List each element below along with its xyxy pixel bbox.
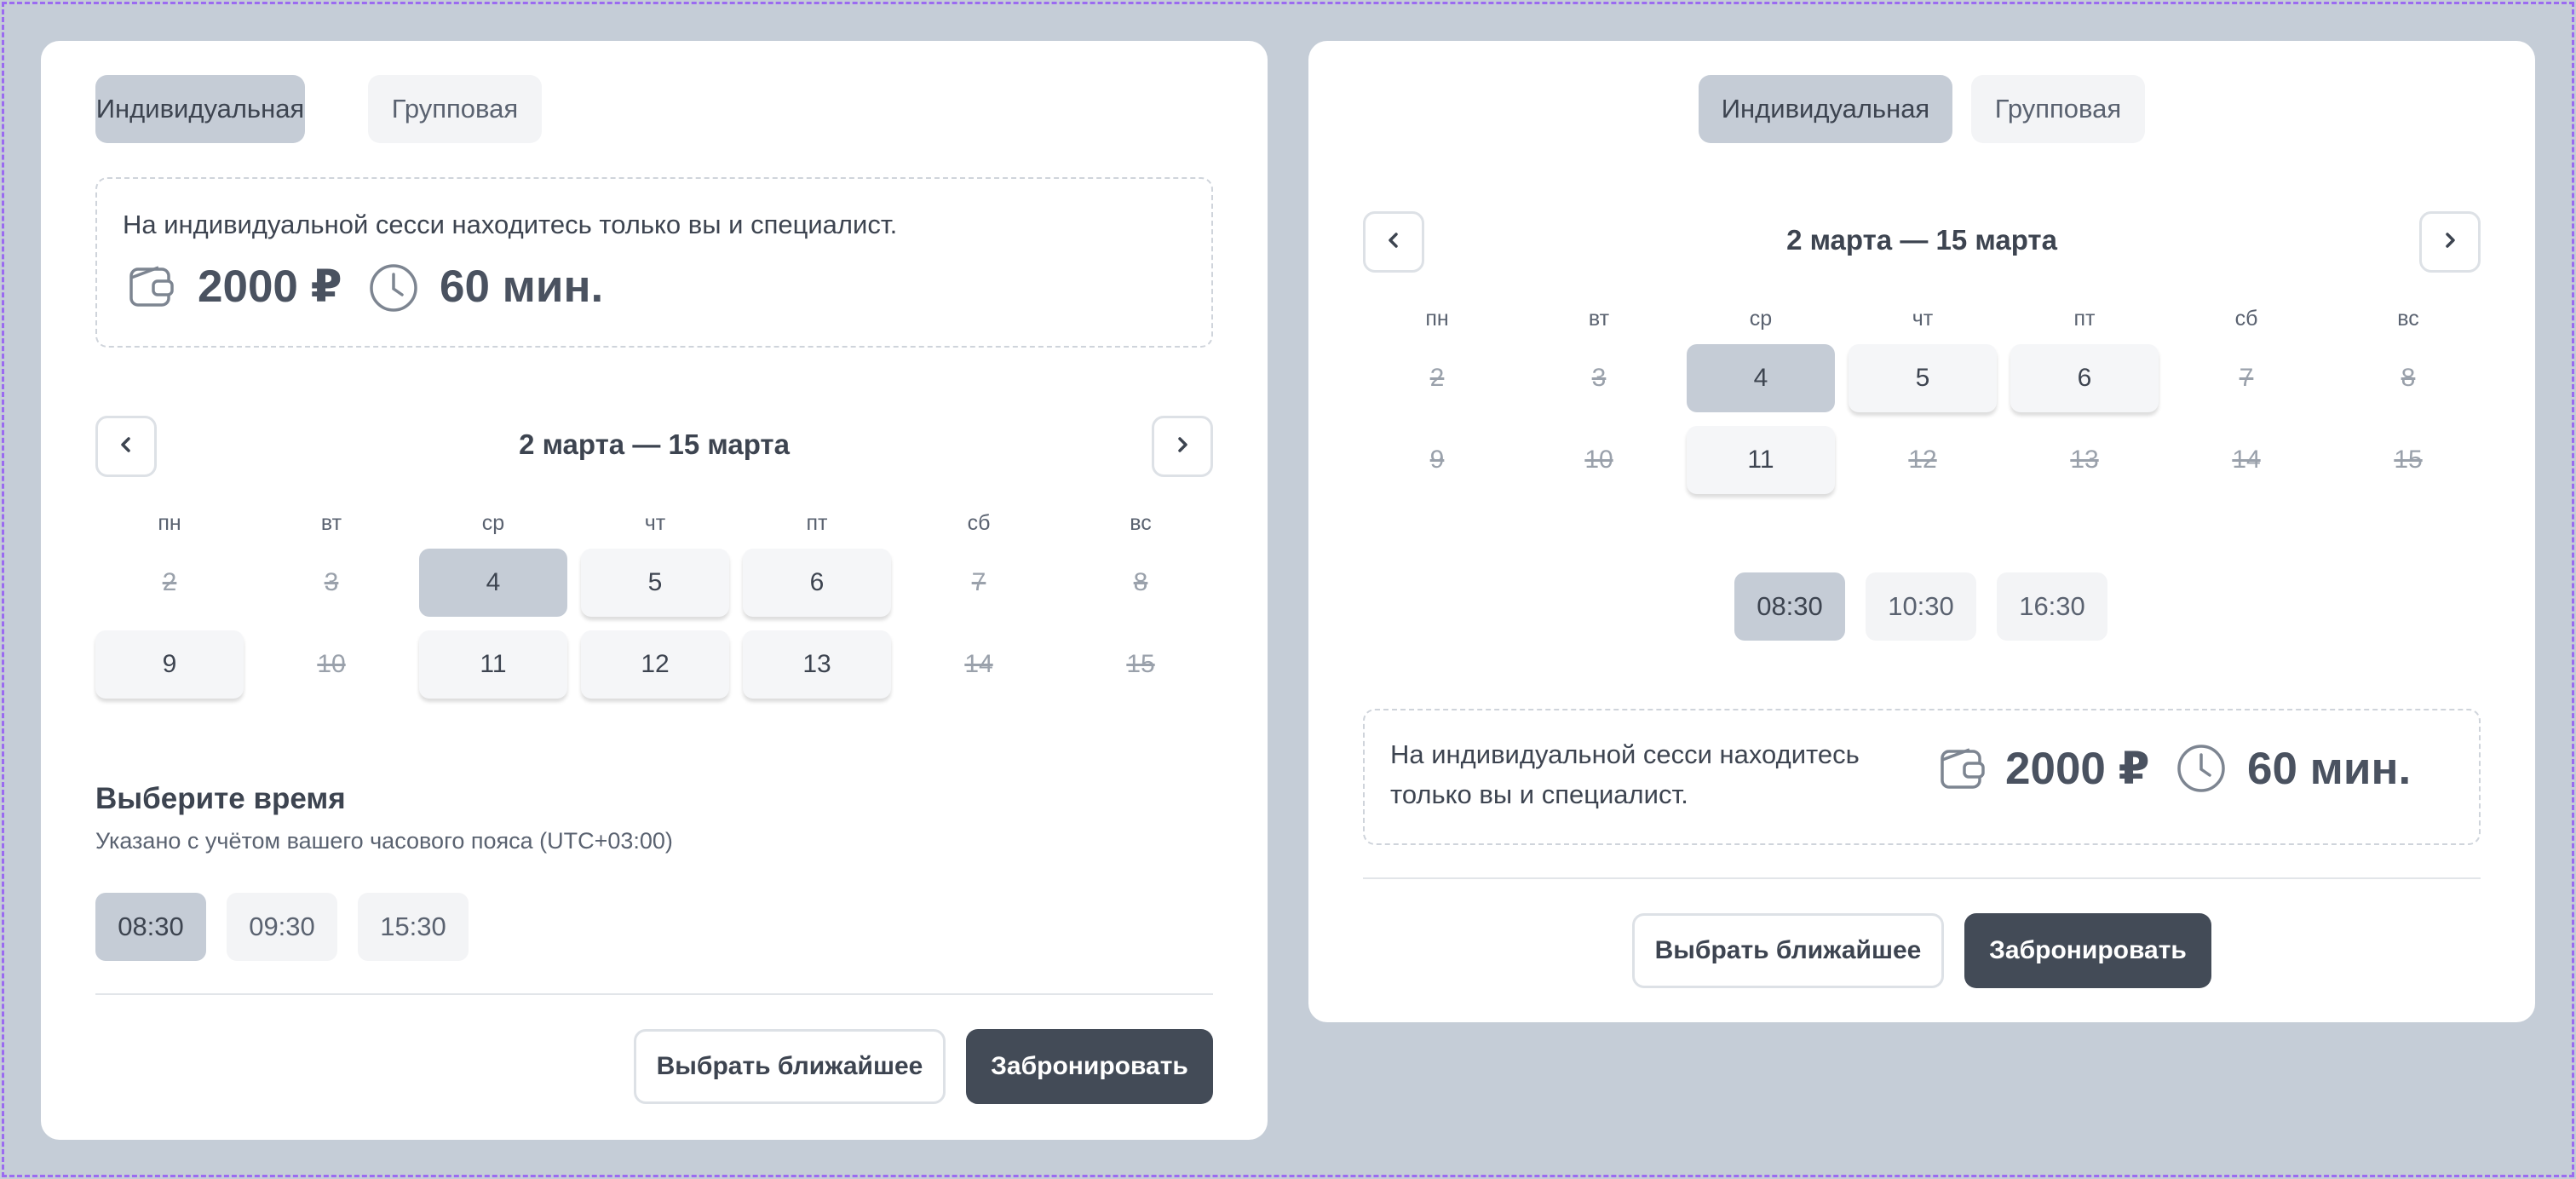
tab-group[interactable]: Групповая — [1971, 75, 2145, 143]
weekday-label: ПН — [158, 511, 181, 535]
chevron-left-icon — [116, 434, 136, 459]
weekday-label: ВС — [1130, 511, 1152, 535]
time-section-title: Выберите время — [95, 782, 346, 815]
weekday-label: ВС — [2397, 307, 2419, 331]
choose-nearest-button[interactable]: Выбрать ближайшее — [1632, 913, 1944, 988]
date-range-label: 2 марта — 15 марта — [519, 428, 790, 460]
weekday-label: СР — [1749, 307, 1773, 331]
calendar-day: 15 — [2394, 446, 2423, 474]
prev-week-button[interactable] — [95, 416, 157, 477]
choose-nearest-button[interactable]: Выбрать ближайшее — [634, 1029, 946, 1104]
weekday-label: ЧТ — [644, 511, 666, 535]
weekday-label: ВТ — [320, 511, 342, 535]
time-slot[interactable]: 08:30 — [1734, 572, 1845, 641]
calendar-day[interactable]: 9 — [95, 630, 244, 699]
time-slot[interactable]: 09:30 — [227, 893, 337, 961]
session-info-box: На индивидуальной сесси находитесь тольк… — [95, 177, 1213, 348]
chevron-right-icon — [2440, 230, 2460, 255]
weekday-label: ПН — [1425, 307, 1449, 331]
calendar-day: 7 — [2239, 364, 2254, 392]
calendar-day[interactable]: 4 — [1687, 344, 1835, 412]
weekday-label: СР — [481, 511, 505, 535]
weekday-label: ПТ — [2073, 307, 2096, 331]
calendar-day[interactable]: 4 — [419, 549, 567, 617]
tab-individual[interactable]: Индивидуальная — [1699, 75, 1952, 143]
wallet-icon — [1939, 745, 1987, 797]
calendar-day[interactable]: 13 — [743, 630, 891, 699]
session-price: 2000 ₽ — [198, 262, 342, 312]
calendar-day[interactable]: 6 — [2010, 344, 2159, 412]
session-info-box: На индивидуальной сесси находитесь тольк… — [1363, 709, 2481, 845]
clock-icon — [368, 262, 419, 318]
divider — [95, 993, 1213, 995]
time-slot[interactable]: 08:30 — [95, 893, 206, 961]
chevron-right-icon — [1172, 434, 1193, 459]
next-week-button[interactable] — [2419, 211, 2481, 273]
calendar-day[interactable]: 6 — [743, 549, 891, 617]
session-duration: 60 мин. — [440, 262, 604, 312]
calendar-day[interactable]: 5 — [581, 549, 729, 617]
calendar-day: 13 — [2070, 446, 2099, 474]
date-range-label: 2 марта — 15 марта — [1786, 224, 2057, 256]
divider — [1363, 877, 2481, 879]
calendar-day: 9 — [1429, 446, 1445, 474]
calendar-day: 2 — [1429, 364, 1445, 392]
calendar-day: 8 — [1133, 568, 1148, 596]
calendar-day[interactable]: 12 — [581, 630, 729, 699]
calendar-day: 3 — [324, 568, 339, 596]
weekday-label: СБ — [967, 511, 991, 535]
calendar-day: 14 — [2232, 446, 2261, 474]
booking-card-left: Индивидуальная Групповая На индивидуальн… — [41, 41, 1268, 1140]
prev-week-button[interactable] — [1363, 211, 1424, 273]
wallet-icon — [128, 262, 175, 314]
calendar-day[interactable]: 11 — [419, 630, 567, 699]
calendar-day: 15 — [1126, 650, 1155, 678]
calendar-day: 3 — [1591, 364, 1607, 392]
calendar-day: 10 — [1584, 446, 1613, 474]
tab-individual[interactable]: Индивидуальная — [95, 75, 305, 143]
weekday-label: ПТ — [806, 511, 828, 535]
next-week-button[interactable] — [1152, 416, 1213, 477]
session-description: На индивидуальной сесси находитесь тольк… — [123, 210, 898, 239]
clock-icon — [2176, 743, 2227, 798]
session-description: На индивидуальной сесси находитесь тольк… — [1390, 739, 1860, 809]
weekday-label: ВТ — [1588, 307, 1610, 331]
timezone-note: Указано с учётом вашего часового пояса (… — [95, 828, 673, 854]
calendar-day: 7 — [971, 568, 986, 596]
booking-card-right: Индивидуальная Групповая 2 марта — 15 ма… — [1308, 41, 2535, 1022]
calendar-day: 14 — [964, 650, 993, 678]
book-button[interactable]: Забронировать — [966, 1029, 1213, 1104]
book-button[interactable]: Забронировать — [1964, 913, 2211, 988]
calendar-day[interactable]: 11 — [1687, 426, 1835, 494]
chevron-left-icon — [1383, 230, 1404, 255]
time-slot[interactable]: 15:30 — [358, 893, 469, 961]
weekday-label: СБ — [2234, 307, 2258, 331]
time-slot[interactable]: 10:30 — [1866, 572, 1976, 641]
calendar-day: 2 — [162, 568, 177, 596]
calendar-day: 8 — [2401, 364, 2416, 392]
tab-group[interactable]: Групповая — [368, 75, 542, 143]
calendar-day: 12 — [1908, 446, 1937, 474]
time-slot[interactable]: 16:30 — [1997, 572, 2107, 641]
calendar-day: 10 — [317, 650, 346, 678]
calendar-day[interactable]: 5 — [1849, 344, 1997, 412]
session-duration: 60 мин. — [2247, 744, 2412, 794]
weekday-label: ЧТ — [1912, 307, 1934, 331]
session-price: 2000 ₽ — [2005, 744, 2150, 794]
